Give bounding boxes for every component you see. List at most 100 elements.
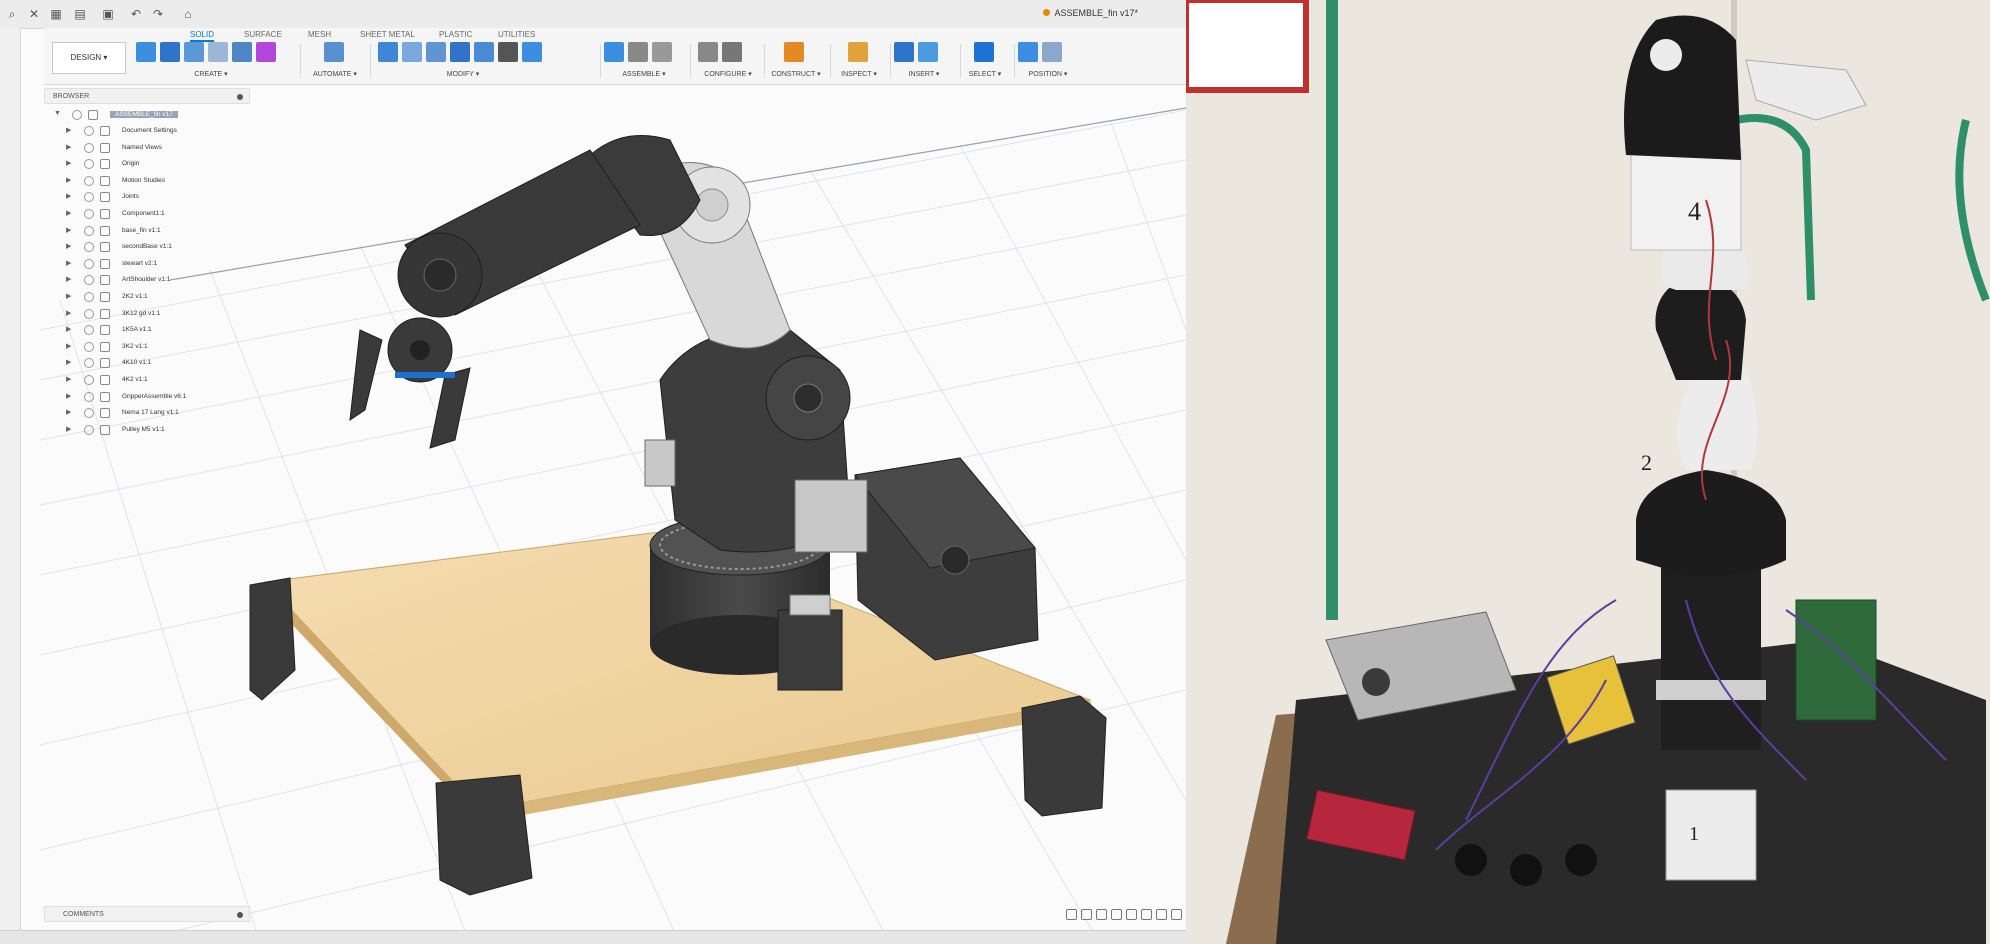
expand-arrow-icon[interactable]: ▶ xyxy=(66,292,71,300)
form-icon[interactable] xyxy=(256,42,276,62)
press-pull-icon[interactable] xyxy=(378,42,398,62)
measure-icon[interactable] xyxy=(848,42,868,62)
expand-arrow-icon[interactable]: ▶ xyxy=(66,309,71,317)
undo-icon[interactable]: ↶ xyxy=(128,6,144,22)
expand-arrow-icon[interactable]: ▶ xyxy=(66,408,71,416)
tree-item[interactable]: ▶ GripperAssemble v6:1 xyxy=(60,390,270,404)
tree-item[interactable]: ▶ 3K2 v1:1 xyxy=(60,340,270,354)
fit-icon[interactable] xyxy=(1126,909,1137,921)
select-icon[interactable] xyxy=(974,42,994,62)
expand-arrow-icon[interactable]: ▶ xyxy=(66,358,71,366)
extrude-icon[interactable] xyxy=(160,42,180,62)
tab-solid[interactable]: SOLID xyxy=(190,30,215,42)
tree-item[interactable]: ▶ 4K2 v1:1 xyxy=(60,373,270,387)
visibility-eye-icon[interactable] xyxy=(84,358,94,369)
grid-menu-icon[interactable]: ▦ xyxy=(48,6,64,22)
expand-arrow-icon[interactable]: ▶ xyxy=(66,176,71,184)
tree-item[interactable]: ▶ stewart v2:1 xyxy=(60,257,270,271)
tree-item[interactable]: ▶ Motion Studies xyxy=(60,174,270,188)
group-inspect-label[interactable]: INSPECT ▾ xyxy=(834,70,884,78)
expand-arrow-icon[interactable]: ▼ xyxy=(54,110,61,117)
display-settings-icon[interactable] xyxy=(1141,909,1152,921)
tree-item[interactable]: ▶ 1K5A v1:1 xyxy=(60,323,270,337)
visibility-eye-icon[interactable] xyxy=(84,292,94,302)
visibility-eye-icon[interactable] xyxy=(84,424,94,435)
group-modify-label[interactable]: MODIFY ▾ xyxy=(378,70,548,78)
visibility-eye-icon[interactable] xyxy=(84,225,94,236)
pan-icon[interactable] xyxy=(1096,909,1107,921)
visibility-eye-icon[interactable] xyxy=(84,341,94,352)
look-at-icon[interactable] xyxy=(1081,909,1092,921)
tree-item[interactable]: ▶ 4K10 v1:1 xyxy=(60,356,270,370)
tree-item[interactable]: ▶ secondBase v1:1 xyxy=(60,240,270,254)
expand-arrow-icon[interactable]: ▶ xyxy=(66,375,71,383)
expand-arrow-icon[interactable]: ▶ xyxy=(66,143,71,151)
tree-item[interactable]: ▶ 2K2 v1:1 xyxy=(60,290,270,304)
viewports-icon[interactable] xyxy=(1171,909,1182,921)
visibility-eye-icon[interactable] xyxy=(84,242,94,253)
tab-mesh[interactable]: MESH xyxy=(308,30,331,39)
expand-arrow-icon[interactable]: ▶ xyxy=(66,159,71,167)
tab-surface[interactable]: SURFACE xyxy=(244,30,282,39)
tree-item[interactable]: ▶ Pulley M5 v1:1 xyxy=(60,423,270,437)
expand-arrow-icon[interactable]: ▶ xyxy=(66,425,71,433)
move-icon[interactable] xyxy=(498,42,518,62)
expand-arrow-icon[interactable]: ▶ xyxy=(66,259,71,267)
visibility-eye-icon[interactable] xyxy=(84,308,94,319)
tree-root[interactable]: ▼ ASSEMBLE_fin v17 xyxy=(48,108,258,122)
capture-icon[interactable] xyxy=(1018,42,1038,62)
visibility-eye-icon[interactable] xyxy=(84,258,94,269)
group-create-label[interactable]: CREATE ▾ xyxy=(136,70,286,78)
visibility-eye-icon[interactable] xyxy=(84,192,94,203)
tree-item[interactable]: ▶ base_fin v1:1 xyxy=(60,224,270,238)
table-icon[interactable] xyxy=(722,42,742,62)
tree-item[interactable]: ▶ 3K12 gd v1:1 xyxy=(60,307,270,321)
file-icon[interactable]: ▤ xyxy=(72,6,88,22)
pin-icon[interactable] xyxy=(237,94,243,100)
hole-icon[interactable] xyxy=(208,42,228,62)
tab-utilities[interactable]: UTILITIES xyxy=(498,30,535,39)
group-insert-label[interactable]: INSERT ▾ xyxy=(894,70,954,78)
expand-arrow-icon[interactable]: ▶ xyxy=(66,275,71,283)
tree-item[interactable]: ▶ Origin xyxy=(60,157,270,171)
workspace-mode-button[interactable]: DESIGN ▾ xyxy=(52,42,126,74)
visibility-eye-icon[interactable] xyxy=(84,126,94,136)
fillet-icon[interactable] xyxy=(402,42,422,62)
home-icon[interactable]: ⌂ xyxy=(180,6,196,22)
align-icon[interactable] xyxy=(522,42,542,62)
grid-settings-icon[interactable] xyxy=(1156,909,1167,921)
plane-icon[interactable] xyxy=(784,42,804,62)
browser-panel-header[interactable]: BROWSER xyxy=(44,88,250,104)
tree-item[interactable]: ▶ Named Views xyxy=(60,141,270,155)
group-automate-label[interactable]: AUTOMATE ▾ xyxy=(310,70,360,78)
save-icon[interactable]: ▣ xyxy=(100,6,116,22)
shell-icon[interactable] xyxy=(450,42,470,62)
configure-icon[interactable] xyxy=(698,42,718,62)
close-icon[interactable]: ✕ xyxy=(26,6,42,22)
new-component-icon[interactable] xyxy=(604,42,624,62)
group-configure-label[interactable]: CONFIGURE ▾ xyxy=(698,70,758,78)
comments-panel[interactable]: COMMENTS xyxy=(44,906,250,922)
combine-icon[interactable] xyxy=(474,42,494,62)
expand-arrow-icon[interactable]: ▶ xyxy=(66,192,71,200)
expand-arrow-icon[interactable]: ▶ xyxy=(66,342,71,350)
visibility-eye-icon[interactable] xyxy=(84,408,94,419)
pin-icon[interactable] xyxy=(237,912,243,918)
visibility-eye-icon[interactable] xyxy=(84,175,94,186)
tree-item[interactable]: ▶ Document Settings xyxy=(60,124,270,138)
tab-plastic[interactable]: PLASTIC xyxy=(439,30,472,39)
joint-icon[interactable] xyxy=(628,42,648,62)
tree-item[interactable]: ▶ ArtShoulder v1:1 xyxy=(60,273,270,287)
search-icon[interactable]: ⌕ xyxy=(4,6,20,22)
group-assemble-label[interactable]: ASSEMBLE ▾ xyxy=(604,70,684,78)
new-component-icon[interactable] xyxy=(136,42,156,62)
visibility-eye-icon[interactable] xyxy=(84,325,94,336)
sketch-icon[interactable] xyxy=(232,42,252,62)
visibility-eye-icon[interactable] xyxy=(84,209,94,219)
expand-arrow-icon[interactable]: ▶ xyxy=(66,126,71,134)
tab-sheet-metal[interactable]: SHEET METAL xyxy=(360,30,415,39)
expand-arrow-icon[interactable]: ▶ xyxy=(66,209,71,217)
orbit-icon[interactable] xyxy=(1066,909,1077,921)
visibility-eye-icon[interactable] xyxy=(84,275,94,286)
visibility-eye-icon[interactable] xyxy=(84,159,94,170)
